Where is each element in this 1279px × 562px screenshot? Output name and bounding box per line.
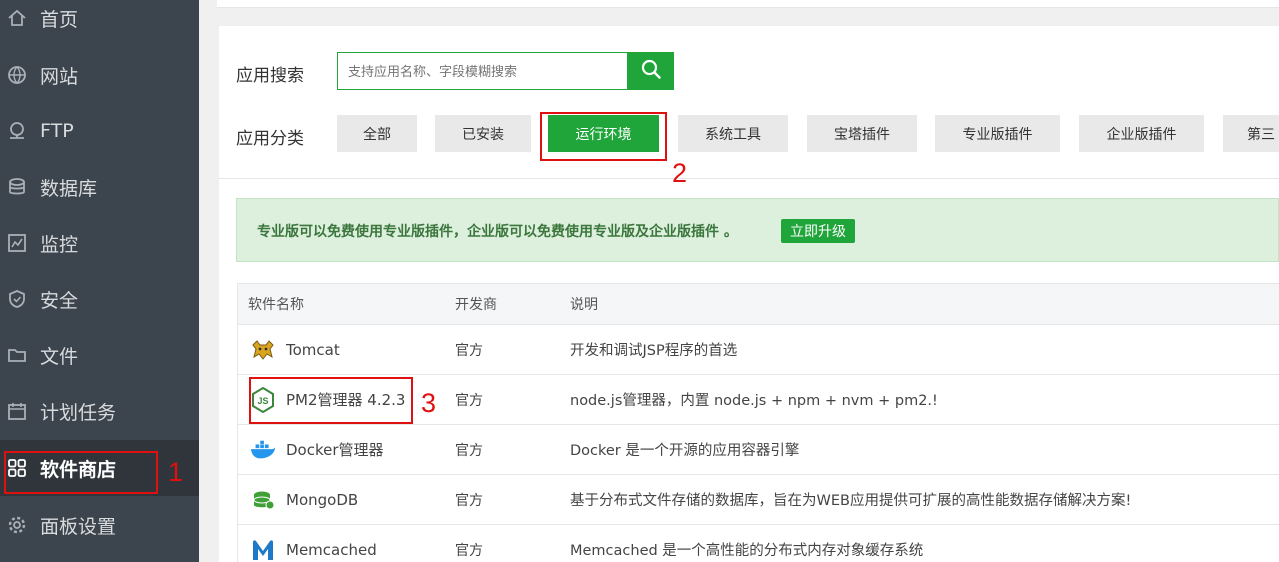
sidebar-item-label: 计划任务	[40, 401, 117, 424]
search-icon	[640, 58, 662, 84]
sidebar-item-label: 监控	[40, 233, 79, 256]
description: 开发和调试JSP程序的首选	[570, 343, 738, 359]
sidebar-item-label: 数据库	[40, 177, 98, 200]
upgrade-button[interactable]: 立即升级	[781, 219, 855, 243]
software-name: Docker管理器	[286, 441, 384, 459]
sidebar-item-files[interactable]: 文件	[0, 327, 199, 383]
sidebar-item-label: 首页	[40, 8, 79, 31]
home-icon	[6, 7, 28, 29]
tomcat-icon	[250, 337, 276, 363]
memcached-icon	[250, 537, 276, 562]
sidebar-item-cron[interactable]: 计划任务	[0, 383, 199, 439]
ftp-icon	[6, 120, 28, 142]
table-row[interactable]: Memcached 官方 Memcached 是一个高性能的分布式内存对象缓存系…	[238, 525, 1279, 562]
monitor-icon	[6, 232, 28, 254]
header-description: 说明	[570, 297, 598, 313]
sidebar-item-database[interactable]: 数据库	[0, 159, 199, 215]
description: Docker 是一个开源的应用容器引擎	[570, 443, 800, 459]
divider	[219, 178, 1279, 179]
globe-icon	[6, 64, 28, 86]
description: node.js管理器，内置 node.js + npm + nvm + pm2.…	[570, 393, 938, 409]
header-name: 软件名称	[248, 297, 304, 313]
developer: 官方	[455, 492, 483, 509]
table-row[interactable]: MongoDB 官方 基于分布式文件存储的数据库，旨在为WEB应用提供可扩展的高…	[238, 475, 1279, 525]
table-header: 软件名称 开发商 说明	[238, 283, 1279, 325]
annotation-box-pm2	[249, 377, 413, 424]
shield-icon	[6, 288, 28, 310]
table-row[interactable]: Tomcat 官方 开发和调试JSP程序的首选	[238, 325, 1279, 375]
annotation-number: 2	[672, 158, 688, 188]
developer: 官方	[455, 542, 483, 559]
annotation-box-runtime	[540, 112, 667, 161]
developer: 官方	[455, 342, 483, 359]
annotation-number: 1	[168, 457, 184, 487]
sidebar-item-ftp[interactable]: FTP	[0, 103, 199, 159]
category-all[interactable]: 全部	[337, 115, 417, 152]
software-name: MongoDB	[286, 490, 359, 509]
sidebar-item-settings[interactable]: 面板设置	[0, 497, 199, 553]
sidebar-item-label: 文件	[40, 345, 79, 368]
search-input[interactable]	[337, 52, 627, 90]
software-name: Tomcat	[286, 340, 340, 359]
search-label: 应用搜索	[236, 66, 304, 86]
sidebar-item-home[interactable]: 首页	[0, 0, 199, 46]
docker-icon	[250, 437, 276, 463]
description: Memcached 是一个高性能的分布式内存对象缓存系统	[570, 543, 924, 559]
gear-icon	[6, 514, 28, 536]
sidebar-item-website[interactable]: 网站	[0, 47, 199, 103]
search-button[interactable]	[627, 52, 674, 90]
promo-banner: 专业版可以免费使用专业版插件，企业版可以免费使用专业版及企业版插件 。 立即升级	[236, 198, 1279, 262]
category-pro-plugins[interactable]: 专业版插件	[935, 115, 1060, 152]
developer: 官方	[455, 442, 483, 459]
header-developer: 开发商	[455, 297, 497, 313]
sidebar-item-label: 面板设置	[40, 515, 117, 538]
annotation-box-store	[4, 451, 158, 494]
category-label: 应用分类	[236, 129, 304, 149]
table-row[interactable]: Docker管理器 官方 Docker 是一个开源的应用容器引擎	[238, 425, 1279, 475]
top-panel	[217, 0, 1279, 8]
annotation-number: 3	[421, 388, 437, 418]
sidebar-item-label: 网站	[40, 65, 79, 88]
sidebar-item-label: FTP	[40, 120, 74, 142]
folder-icon	[6, 344, 28, 366]
sidebar-item-label: 安全	[40, 289, 79, 312]
sidebar-item-monitor[interactable]: 监控	[0, 215, 199, 271]
category-third-party[interactable]: 第三	[1223, 115, 1279, 152]
software-name: Memcached	[286, 540, 377, 559]
category-system-tools[interactable]: 系统工具	[678, 115, 788, 152]
developer: 官方	[455, 392, 483, 409]
description: 基于分布式文件存储的数据库，旨在为WEB应用提供可扩展的高性能数据存储解决方案!	[570, 493, 1132, 509]
mongodb-icon	[250, 487, 276, 513]
promo-text: 专业版可以免费使用专业版插件，企业版可以免费使用专业版及企业版插件 。	[257, 224, 738, 240]
category-installed[interactable]: 已安装	[435, 115, 531, 152]
database-icon	[6, 176, 28, 198]
sidebar-item-security[interactable]: 安全	[0, 271, 199, 327]
category-bt-plugins[interactable]: 宝塔插件	[807, 115, 917, 152]
calendar-icon	[6, 400, 28, 422]
category-enterprise-plugins[interactable]: 企业版插件	[1079, 115, 1204, 152]
